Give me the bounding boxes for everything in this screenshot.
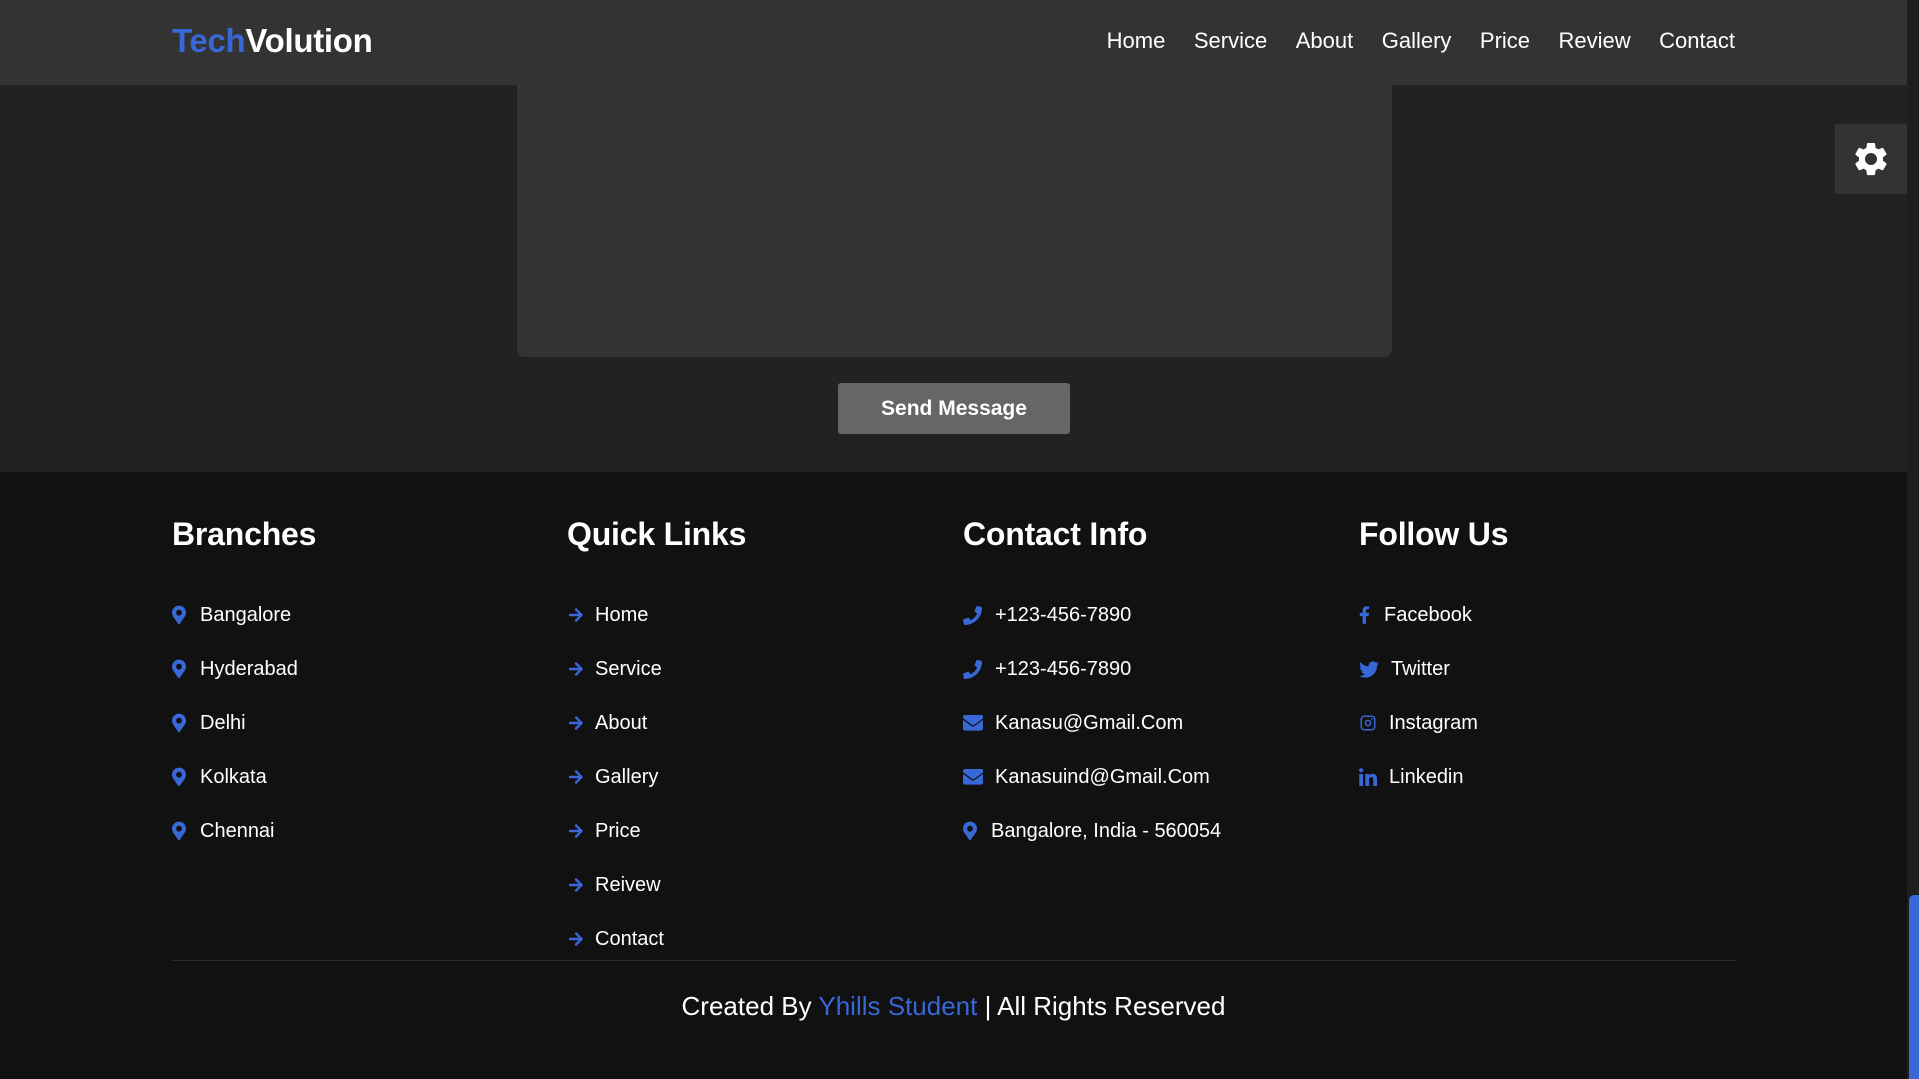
- follow-us-column: Follow Us Facebook Twitter Instagram Lin…: [1359, 512, 1509, 804]
- social-label: Instagram: [1389, 711, 1478, 734]
- arrow-right-icon: [567, 657, 593, 681]
- credit-suffix: | All Rights Reserved: [984, 991, 1226, 1021]
- quick-links-column: Quick Links Home Service About Gallery P…: [567, 512, 746, 966]
- logo-volution: Volution: [245, 21, 373, 59]
- contact-email-1[interactable]: Kanasu@Gmail.Com: [963, 696, 1221, 750]
- arrow-right-icon: [567, 927, 593, 951]
- arrow-right-icon: [567, 873, 593, 897]
- map-marker-icon: [172, 603, 198, 627]
- arrow-right-icon: [567, 819, 593, 843]
- branch-label: Kolkata: [200, 765, 267, 788]
- nav-price[interactable]: Price: [1480, 28, 1530, 54]
- send-message-button[interactable]: Send Message: [838, 383, 1070, 434]
- quick-link-gallery[interactable]: Gallery: [567, 750, 746, 804]
- quick-link-about[interactable]: About: [567, 696, 746, 750]
- site-footer: Branches Bangalore Hyderabad Delhi Kolka…: [0, 472, 1907, 1079]
- nav-service[interactable]: Service: [1194, 28, 1267, 54]
- site-header: TechVolution Home Service About Gallery …: [0, 0, 1907, 85]
- credit-prefix: Created By: [681, 991, 812, 1021]
- branch-link-chennai[interactable]: Chennai: [172, 804, 316, 858]
- quick-link-contact[interactable]: Contact: [567, 912, 746, 966]
- social-label: Twitter: [1391, 657, 1450, 680]
- nav-contact[interactable]: Contact: [1659, 28, 1735, 54]
- envelope-icon: [963, 711, 993, 735]
- arrow-right-icon: [567, 765, 593, 789]
- contact-section: Send Message: [0, 85, 1907, 472]
- contact-info-column: Contact Info +123-456-7890 +123-456-7890…: [963, 512, 1221, 858]
- branch-link-kolkata[interactable]: Kolkata: [172, 750, 316, 804]
- branches-column: Branches Bangalore Hyderabad Delhi Kolka…: [172, 512, 316, 858]
- facebook-icon: [1359, 603, 1382, 627]
- scrollbar-thumb[interactable]: [1909, 895, 1919, 1079]
- follow-us-title: Follow Us: [1359, 516, 1509, 552]
- quick-link-label: Service: [595, 657, 662, 680]
- contact-info-text: +123-456-7890: [995, 603, 1132, 626]
- logo[interactable]: TechVolution: [172, 22, 373, 60]
- branch-label: Hyderabad: [200, 657, 298, 680]
- quick-links-title: Quick Links: [567, 516, 747, 552]
- quick-link-home[interactable]: Home: [567, 588, 746, 642]
- quick-link-label: Contact: [595, 927, 664, 950]
- nav-home[interactable]: Home: [1107, 28, 1166, 54]
- settings-button[interactable]: [1835, 124, 1907, 194]
- branch-link-delhi[interactable]: Delhi: [172, 696, 316, 750]
- quick-link-label: Home: [595, 603, 649, 626]
- instagram-icon: [1359, 711, 1387, 735]
- arrow-right-icon: [567, 603, 593, 627]
- logo-tech: Tech: [172, 21, 246, 59]
- social-link-instagram[interactable]: Instagram: [1359, 696, 1508, 750]
- nav-gallery[interactable]: Gallery: [1382, 28, 1452, 54]
- contact-info-title: Contact Info: [963, 516, 1148, 552]
- map-marker-icon: [172, 819, 198, 843]
- social-link-twitter[interactable]: Twitter: [1359, 642, 1508, 696]
- credit-brand-link[interactable]: Yhills Student: [818, 991, 977, 1021]
- contact-address[interactable]: Bangalore, India - 560054: [963, 804, 1221, 858]
- phone-icon: [963, 603, 993, 627]
- message-textarea[interactable]: [517, 85, 1392, 357]
- nav-review[interactable]: Review: [1559, 28, 1631, 54]
- map-marker-icon: [172, 765, 198, 789]
- nav-about[interactable]: About: [1296, 28, 1354, 54]
- map-marker-icon: [963, 819, 989, 843]
- main-nav: Home Service About Gallery Price Review …: [1078, 28, 1735, 54]
- branch-label: Delhi: [200, 711, 246, 734]
- contact-info-text: Bangalore, India - 560054: [991, 819, 1222, 842]
- contact-info-text: +123-456-7890: [995, 657, 1132, 680]
- twitter-icon: [1359, 657, 1389, 681]
- phone-icon: [963, 657, 993, 681]
- branch-label: Chennai: [200, 819, 275, 842]
- quick-link-price[interactable]: Price: [567, 804, 746, 858]
- quick-link-label: Reivew: [595, 873, 661, 896]
- envelope-icon: [963, 765, 993, 789]
- quick-link-label: Gallery: [595, 765, 659, 788]
- branches-title: Branches: [172, 516, 317, 552]
- arrow-right-icon: [567, 711, 593, 735]
- quick-link-service[interactable]: Service: [567, 642, 746, 696]
- linkedin-icon: [1359, 765, 1387, 789]
- social-link-linkedin[interactable]: Linkedin: [1359, 750, 1508, 804]
- social-label: Facebook: [1384, 603, 1472, 626]
- map-marker-icon: [172, 657, 198, 681]
- social-label: Linkedin: [1389, 765, 1464, 788]
- contact-email-2[interactable]: Kanasuind@Gmail.Com: [963, 750, 1221, 804]
- contact-phone-2[interactable]: +123-456-7890: [963, 642, 1221, 696]
- quick-link-review[interactable]: Reivew: [567, 858, 746, 912]
- map-marker-icon: [172, 711, 198, 735]
- branch-link-hyderabad[interactable]: Hyderabad: [172, 642, 316, 696]
- social-link-facebook[interactable]: Facebook: [1359, 588, 1508, 642]
- gear-icon: [1855, 142, 1887, 176]
- footer-divider: [172, 960, 1737, 961]
- footer-credit: Created By Yhills Student | All Rights R…: [0, 991, 1907, 1022]
- branch-label: Bangalore: [200, 603, 292, 626]
- contact-info-text: Kanasu@Gmail.Com: [995, 711, 1184, 734]
- quick-link-label: Price: [595, 819, 641, 842]
- contact-info-text: Kanasuind@Gmail.Com: [995, 765, 1210, 788]
- contact-phone-1[interactable]: +123-456-7890: [963, 588, 1221, 642]
- branch-link-bangalore[interactable]: Bangalore: [172, 588, 316, 642]
- quick-link-label: About: [595, 711, 648, 734]
